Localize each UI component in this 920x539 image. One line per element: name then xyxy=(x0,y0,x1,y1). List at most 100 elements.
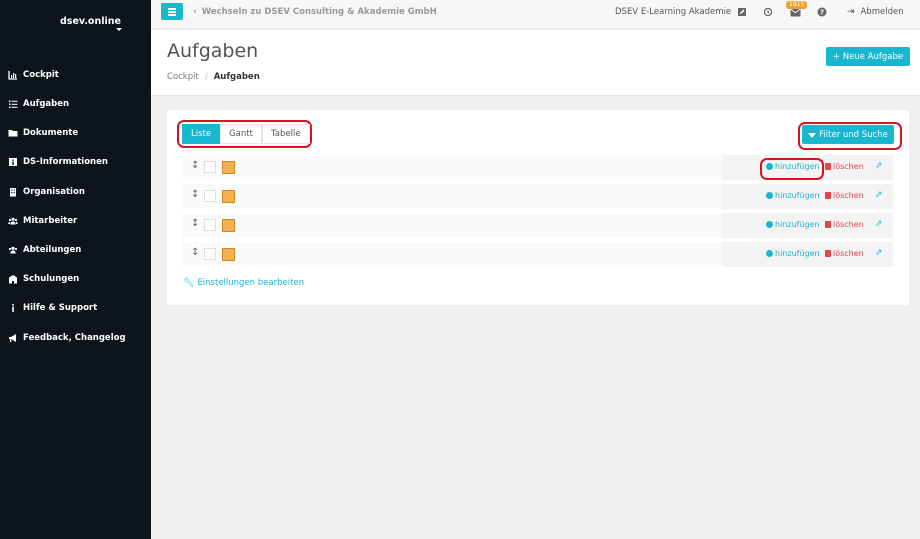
chart-icon xyxy=(8,71,17,80)
task-checkbox[interactable] xyxy=(204,161,216,173)
filter-icon xyxy=(808,133,817,138)
megaphone-icon xyxy=(9,334,16,342)
folder-icon xyxy=(8,130,18,137)
breadcrumb-current: Aufgaben xyxy=(213,72,260,82)
sidebar-item-label: Dokumente xyxy=(23,128,79,138)
sidebar-item-schulungen[interactable]: Schulungen xyxy=(8,269,79,289)
edit-settings-label: Einstellungen bearbeiten xyxy=(197,278,305,288)
sidebar-item-label: Organisation xyxy=(23,187,85,197)
switch-company-label: Wechseln zu DSEV Consulting & Akademie G… xyxy=(201,7,437,17)
delete-task-link[interactable]: löschen xyxy=(825,162,864,171)
history-icon[interactable] xyxy=(762,6,774,18)
wrench-icon: 🔧︎ xyxy=(183,278,195,288)
trash-icon xyxy=(825,192,831,199)
edit-settings-link[interactable]: 🔧︎ Einstellungen bearbeiten xyxy=(183,278,304,288)
view-tabs: Liste Gantt Tabelle xyxy=(182,124,310,144)
sidebar-item-aufgaben[interactable]: Aufgaben xyxy=(8,94,69,114)
add-assignee-link[interactable]: hinzufügen xyxy=(766,220,820,229)
users-icon xyxy=(8,246,18,254)
add-assignee-label: hinzufügen xyxy=(775,220,820,229)
building-icon xyxy=(10,188,16,197)
page-header: Aufgaben Cockpit / Aufgaben + Neue Aufga… xyxy=(151,30,920,96)
task-color-swatch[interactable] xyxy=(222,219,235,232)
sidebar-item-ds-informationen[interactable]: DS-Informationen xyxy=(8,152,108,172)
tab-liste[interactable]: Liste xyxy=(182,124,221,144)
task-color-swatch[interactable] xyxy=(222,248,235,261)
list-icon xyxy=(9,100,18,108)
info-icon xyxy=(12,304,14,312)
task-color-swatch[interactable] xyxy=(222,161,235,174)
sidebar: dsev.online Cockpit Aufgaben Dokumente D… xyxy=(0,0,151,539)
external-link-icon[interactable]: ⇗ xyxy=(875,161,883,171)
drag-handle-icon[interactable]: ↕ xyxy=(191,218,199,229)
sidebar-item-label: Aufgaben xyxy=(23,99,70,109)
logout-link[interactable]: ⇥ Abmelden xyxy=(847,7,904,17)
delete-task-label: löschen xyxy=(833,249,864,258)
school-icon xyxy=(9,275,17,284)
sidebar-item-hilfe-support[interactable]: Hilfe & Support xyxy=(8,298,97,318)
sidebar-item-label: Hilfe & Support xyxy=(23,303,98,313)
delete-task-link[interactable]: löschen xyxy=(825,191,864,200)
sidebar-item-dokumente[interactable]: Dokumente xyxy=(8,123,78,143)
users-icon xyxy=(8,217,18,225)
task-row: ↕ hinzufügen löschen ⇗ xyxy=(182,242,893,267)
delete-task-link[interactable]: löschen xyxy=(825,220,864,229)
sidebar-item-label: Feedback, Changelog xyxy=(23,333,126,343)
brand-dropdown-icon[interactable] xyxy=(116,28,122,31)
user-circle-icon xyxy=(766,221,773,228)
delete-task-label: löschen xyxy=(833,191,864,200)
page-title: Aufgaben xyxy=(167,40,259,62)
drag-handle-icon[interactable]: ↕ xyxy=(191,189,199,200)
menu-toggle-button[interactable] xyxy=(161,3,183,20)
delete-task-link[interactable]: löschen xyxy=(825,249,864,258)
chevron-left-icon: ‹ xyxy=(193,7,197,17)
task-card: Liste Gantt Tabelle Filter und Suche ↕ h… xyxy=(167,110,909,305)
task-row: ↕ hinzufügen löschen ⇗ xyxy=(182,213,893,238)
sidebar-item-label: Mitarbeiter xyxy=(23,216,78,226)
sidebar-item-label: Cockpit xyxy=(23,70,59,80)
edit-icon[interactable] xyxy=(736,6,748,18)
info-card-icon xyxy=(9,158,17,166)
add-assignee-link[interactable]: hinzufügen xyxy=(766,249,820,258)
task-title-area[interactable] xyxy=(182,242,722,267)
tab-tabelle[interactable]: Tabelle xyxy=(261,124,310,144)
external-link-icon[interactable]: ⇗ xyxy=(875,190,883,200)
new-task-button[interactable]: + Neue Aufgabe xyxy=(826,47,910,66)
task-checkbox[interactable] xyxy=(204,248,216,260)
task-title-area[interactable] xyxy=(182,184,722,209)
task-title-area[interactable] xyxy=(182,213,722,238)
trash-icon xyxy=(825,250,831,257)
akademie-link[interactable]: DSEV E-Learning Akademie xyxy=(615,7,731,17)
trash-icon xyxy=(825,163,831,170)
trash-icon xyxy=(825,221,831,228)
sidebar-item-cockpit[interactable]: Cockpit xyxy=(8,65,59,85)
task-checkbox[interactable] xyxy=(204,219,216,231)
task-color-swatch[interactable] xyxy=(222,190,235,203)
add-assignee-link[interactable]: hinzufügen xyxy=(766,191,820,200)
filter-search-button[interactable]: Filter und Suche xyxy=(802,125,894,144)
topbar: ‹ Wechseln zu DSEV Consulting & Akademie… xyxy=(151,0,920,29)
user-circle-icon xyxy=(766,250,773,257)
brand-name[interactable]: dsev.online xyxy=(60,16,121,27)
task-checkbox[interactable] xyxy=(204,190,216,202)
breadcrumb-root[interactable]: Cockpit xyxy=(167,72,199,82)
mail-count-badge: 1915 xyxy=(786,1,808,9)
sidebar-item-organisation[interactable]: Organisation xyxy=(8,182,85,202)
sidebar-item-mitarbeiter[interactable]: Mitarbeiter xyxy=(8,211,77,231)
sidebar-item-label: Abteilungen xyxy=(23,245,82,255)
task-title-area[interactable] xyxy=(182,155,722,180)
tab-gantt[interactable]: Gantt xyxy=(220,124,262,144)
switch-company-link[interactable]: ‹ Wechseln zu DSEV Consulting & Akademie… xyxy=(193,7,437,17)
logout-icon: ⇥ xyxy=(847,7,855,17)
delete-task-label: löschen xyxy=(833,162,864,171)
sidebar-item-feedback-changelog[interactable]: Feedback, Changelog xyxy=(8,328,126,348)
drag-handle-icon[interactable]: ↕ xyxy=(191,160,199,171)
help-icon[interactable]: ? xyxy=(816,6,828,18)
external-link-icon[interactable]: ⇗ xyxy=(875,219,883,229)
drag-handle-icon[interactable]: ↕ xyxy=(191,247,199,258)
external-link-icon[interactable]: ⇗ xyxy=(875,248,883,258)
breadcrumb-separator: / xyxy=(204,72,208,82)
sidebar-item-label: DS-Informationen xyxy=(23,157,108,167)
sidebar-item-abteilungen[interactable]: Abteilungen xyxy=(8,240,81,260)
svg-text:?: ? xyxy=(820,9,824,17)
